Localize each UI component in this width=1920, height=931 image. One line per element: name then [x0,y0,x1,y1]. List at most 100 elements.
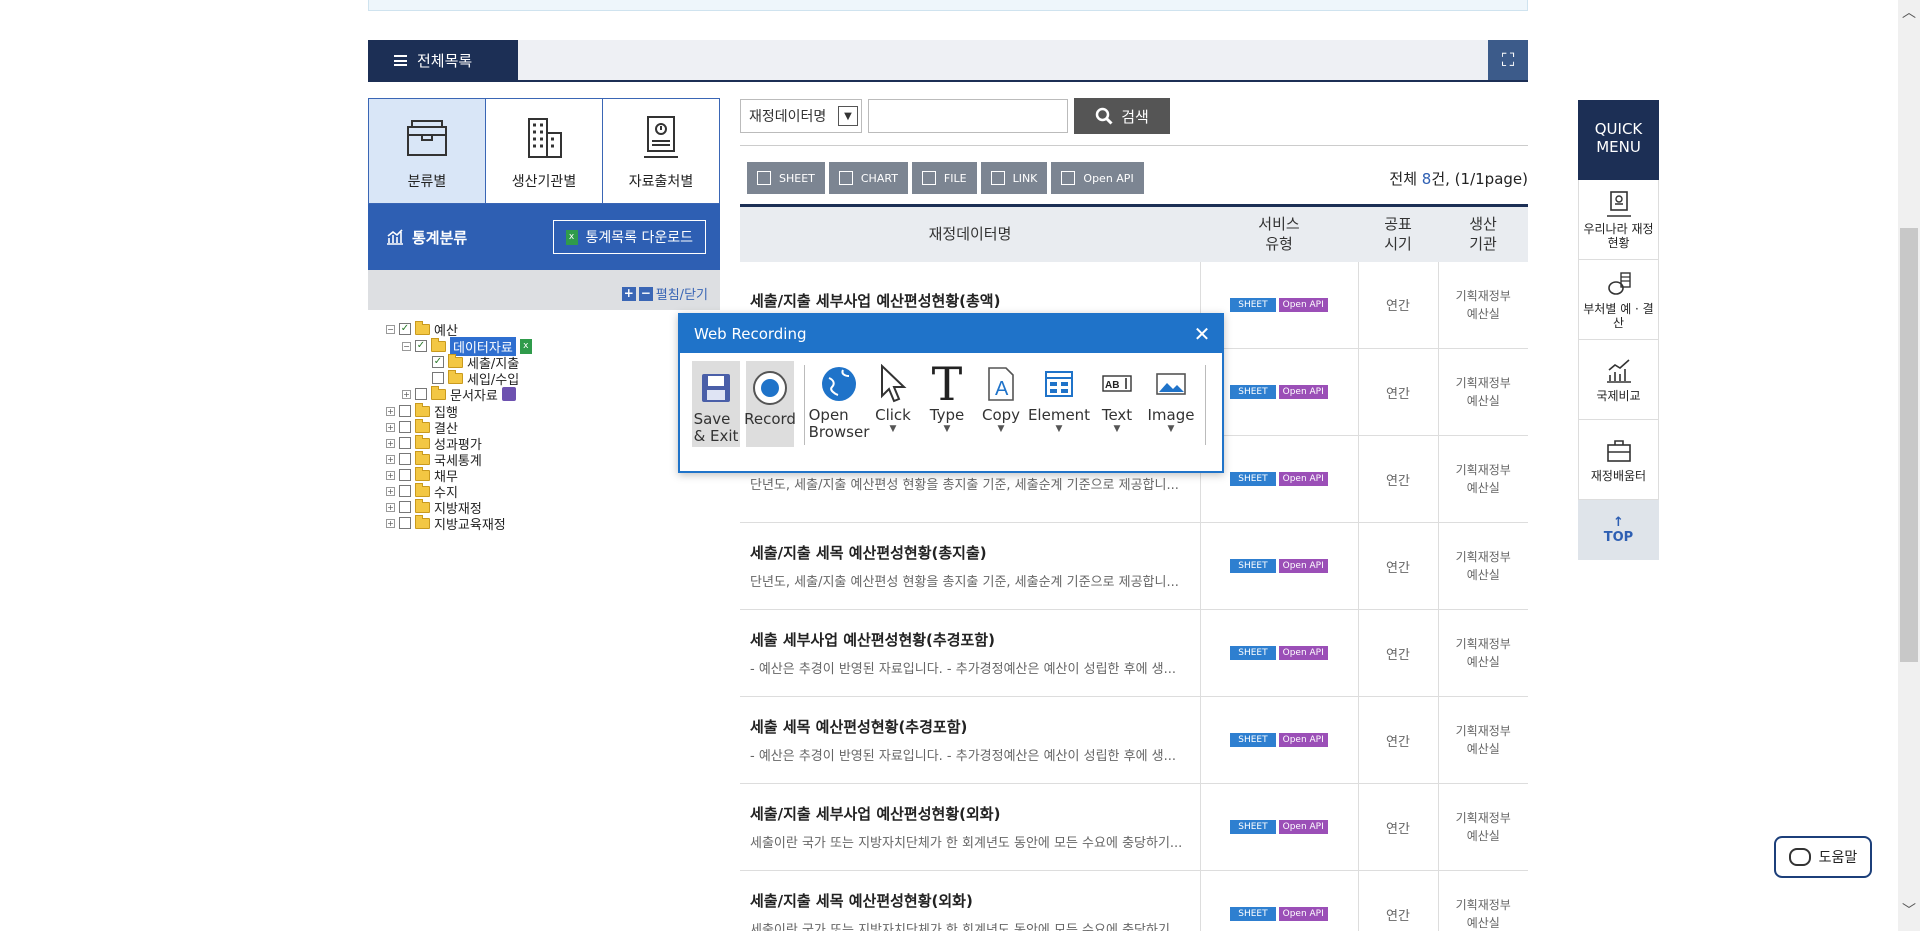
quick-item-ministry[interactable]: 부처별 예 · 결산 [1578,260,1659,340]
table-row[interactable]: 세출/지출 세목 예산편성현황(외화) 세출이란 국가 또는 지방자치단체가 한 … [740,870,1528,931]
close-icon[interactable]: ✕ [1182,315,1222,353]
search-button[interactable]: 검색 [1074,98,1170,134]
tree-checkbox[interactable] [399,501,411,513]
scroll-thumb[interactable] [1900,228,1918,662]
row-name-cell[interactable]: 세출/지출 세목 예산편성현황(총지출) 단년도, 세출/지출 예산편성 현황을 … [740,522,1201,610]
table-row[interactable]: 세출 세목 예산편성현황(추경포함) - 예산은 추경이 반영된 자료입니다. -… [740,696,1528,784]
expander-minus-icon[interactable]: − [386,324,395,334]
copy-button[interactable]: A Copy ▼ [977,361,1025,434]
record-button[interactable]: Record [744,361,796,447]
tree-checkbox[interactable] [399,437,411,449]
collapse-all-button[interactable]: − [638,286,653,301]
tree-node[interactable]: − ✓ 예산 [386,320,458,339]
file-button[interactable]: FILE [911,162,977,194]
bar-chart-icon [838,171,853,185]
search-type-select[interactable]: 재정데이터명 ▼ [740,99,862,133]
sheet-badge[interactable]: SHEET [1230,646,1276,660]
expander-plus-icon[interactable]: + [386,422,395,432]
row-title[interactable]: 세출 세목 예산편성현황(추경포함) [750,716,1188,737]
link-button[interactable]: LINK [980,162,1048,194]
expand-all-button[interactable]: + [621,286,636,301]
quick-item-intl[interactable]: 국제비교 [1578,340,1659,420]
scroll-down-icon[interactable]: ﹀ [1898,900,1920,922]
expander-plus-icon[interactable]: + [386,454,395,464]
vertical-scrollbar[interactable]: ︿ ﹀ [1898,0,1920,931]
web-recording-titlebar[interactable]: Web Recording ✕ [680,315,1222,353]
open-api-badge[interactable]: Open API [1278,907,1328,921]
row-title[interactable]: 세출/지출 세목 예산편성현황(외화) [750,890,1188,911]
save-exit-button[interactable]: Save & Exit [692,361,740,447]
tree-checkbox[interactable] [415,388,427,400]
tree-checkbox[interactable] [399,405,411,417]
quick-item-learn[interactable]: 재정배움터 [1578,420,1659,500]
row-name-cell[interactable]: 세출 세목 예산편성현황(추경포함) - 예산은 추경이 반영된 자료입니다. -… [740,696,1201,784]
open-api-button[interactable]: Open API [1051,162,1144,194]
table-row[interactable]: 세출 세부사업 예산편성현황(추경포함) - 예산은 추경이 반영된 자료입니다.… [740,609,1528,697]
row-title[interactable]: 세출/지출 세부사업 예산편성현황(외화) [750,803,1188,824]
sheet-badge[interactable]: SHEET [1230,559,1276,573]
sheet-badge[interactable]: SHEET [1230,907,1276,921]
sheet-badge[interactable]: SHEET [1230,297,1276,312]
open-api-badge[interactable]: Open API [1278,820,1328,834]
click-button[interactable]: Click ▼ [869,361,917,434]
open-api-badge[interactable]: Open API [1278,472,1328,486]
tree-checkbox[interactable] [399,517,411,529]
expander-plus-icon[interactable]: + [386,470,395,480]
row-title[interactable]: 세출 세부사업 예산편성현황(추경포함) [750,629,1188,650]
quick-item-status[interactable]: 우리나라 재정현황 [1578,180,1659,260]
open-api-badge[interactable]: Open API [1278,559,1328,573]
table-row[interactable]: 세출/지출 세부사업 예산편성현황(외화) 세출이란 국가 또는 지방자치단체가 … [740,783,1528,871]
row-name-cell[interactable]: 세출/지출 세목 예산편성현황(외화) 세출이란 국가 또는 지방자치단체가 한 … [740,870,1201,931]
sheet-badge[interactable]: SHEET [1230,472,1276,486]
tree-checkbox[interactable] [399,469,411,481]
element-button[interactable]: Element ▼ [1028,361,1090,434]
help-button[interactable]: 도움말 [1774,836,1872,878]
sheet-button[interactable]: SHEET [747,162,825,194]
tab-producer[interactable]: 생산기관별 [486,99,603,203]
fullscreen-button[interactable]: ⛶ [1488,40,1528,80]
header-period: 공표 시기 [1358,204,1438,262]
sheet-badge[interactable]: SHEET [1230,820,1276,834]
tab-category[interactable]: 분류별 [369,99,486,203]
open-browser-button[interactable]: Open Browser [809,361,869,441]
open-api-badge[interactable]: Open API [1278,646,1328,660]
table-row[interactable]: 세출/지출 세목 예산편성현황(총지출) 단년도, 세출/지출 예산편성 현황을 … [740,522,1528,610]
expander-minus-icon[interactable]: − [402,341,411,351]
search-input[interactable] [868,99,1068,133]
scroll-up-icon[interactable]: ︿ [1898,2,1920,24]
open-api-badge[interactable]: Open API [1278,385,1328,399]
expander-plus-icon[interactable]: + [386,406,395,416]
expander-plus-icon[interactable]: + [386,486,395,496]
expander-plus-icon[interactable]: + [402,389,411,399]
tree-checkbox[interactable] [399,421,411,433]
text-button[interactable]: AB Text ▼ [1093,361,1141,434]
sheet-badge[interactable]: SHEET [1230,733,1276,747]
expander-plus-icon[interactable]: + [386,438,395,448]
type-button[interactable]: T Type ▼ [923,361,971,435]
all-list-tab[interactable]: 전체목록 [368,40,518,80]
top-button[interactable]: ↑ TOP [1578,500,1659,560]
tree-checkbox[interactable] [399,453,411,465]
download-list-button[interactable]: x 통계목록 다운로드 [552,220,706,254]
tree-checkbox[interactable]: ✓ [415,340,427,352]
open-api-badge[interactable]: Open API [1278,733,1328,747]
stat-category-heading: 통계분류 [386,227,467,248]
tree-node[interactable]: + 문서자료 [402,385,516,404]
expander-plus-icon[interactable]: + [386,518,395,528]
search-icon [1095,107,1113,125]
row-title[interactable]: 세출/지출 세목 예산편성현황(총지출) [750,542,1188,563]
expander-plus-icon[interactable]: + [386,502,395,512]
sheet-badge[interactable]: SHEET [1230,385,1276,399]
open-api-badge[interactable]: Open API [1278,297,1328,312]
tab-source[interactable]: 자료출처별 [603,99,719,203]
chart-button[interactable]: CHART [828,162,908,194]
tree-checkbox[interactable] [432,372,444,384]
row-name-cell[interactable]: 세출 세부사업 예산편성현황(추경포함) - 예산은 추경이 반영된 자료입니다.… [740,609,1201,697]
tree-node[interactable]: + 지방교육재정 [386,514,506,533]
tree-checkbox[interactable] [399,485,411,497]
row-name-cell[interactable]: 세출/지출 세부사업 예산편성현황(외화) 세출이란 국가 또는 지방자치단체가 … [740,783,1201,871]
image-button[interactable]: Image ▼ [1147,361,1195,434]
tree-checkbox[interactable]: ✓ [432,356,444,368]
row-title[interactable]: 세출/지출 세부사업 예산편성현황(총액) [750,290,1188,311]
tree-checkbox[interactable]: ✓ [399,323,411,335]
